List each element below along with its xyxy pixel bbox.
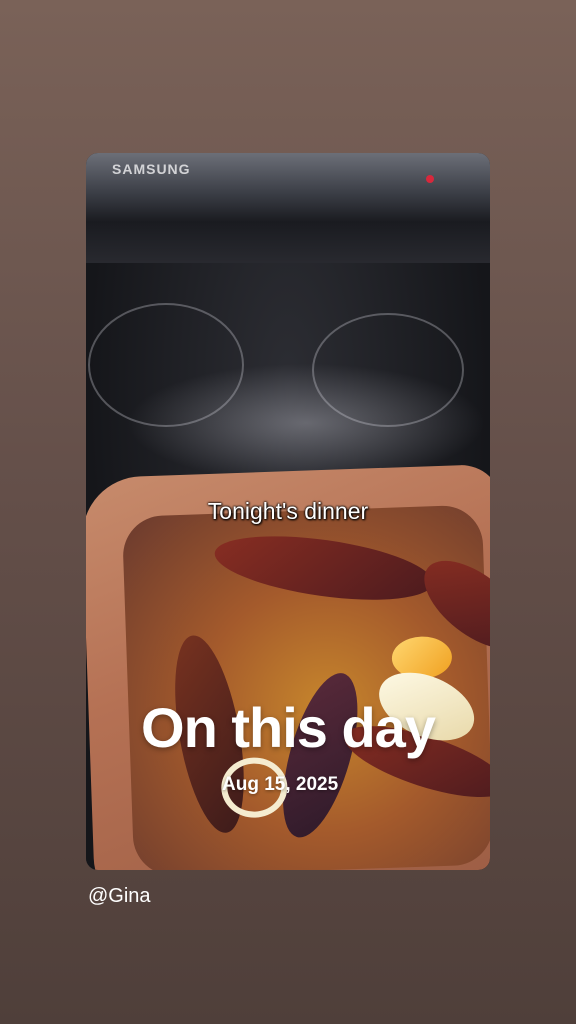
steam xyxy=(126,363,486,483)
pan-contents xyxy=(121,504,490,870)
memory-date: Aug 15, 2025 xyxy=(222,774,339,795)
story-caption: Tonight's dinner xyxy=(207,498,369,524)
story-card[interactable]: SAMSUNG Tonight's dinner On this day Aug… xyxy=(86,153,490,870)
stove-brand-logo: SAMSUNG xyxy=(112,161,191,177)
username-link[interactable]: @Gina xyxy=(88,885,151,908)
stove-backsplash: SAMSUNG xyxy=(86,153,490,268)
on-this-day-heading: On this day xyxy=(141,696,436,759)
dried-chile xyxy=(210,524,437,612)
stove-indicator-light xyxy=(426,175,434,183)
